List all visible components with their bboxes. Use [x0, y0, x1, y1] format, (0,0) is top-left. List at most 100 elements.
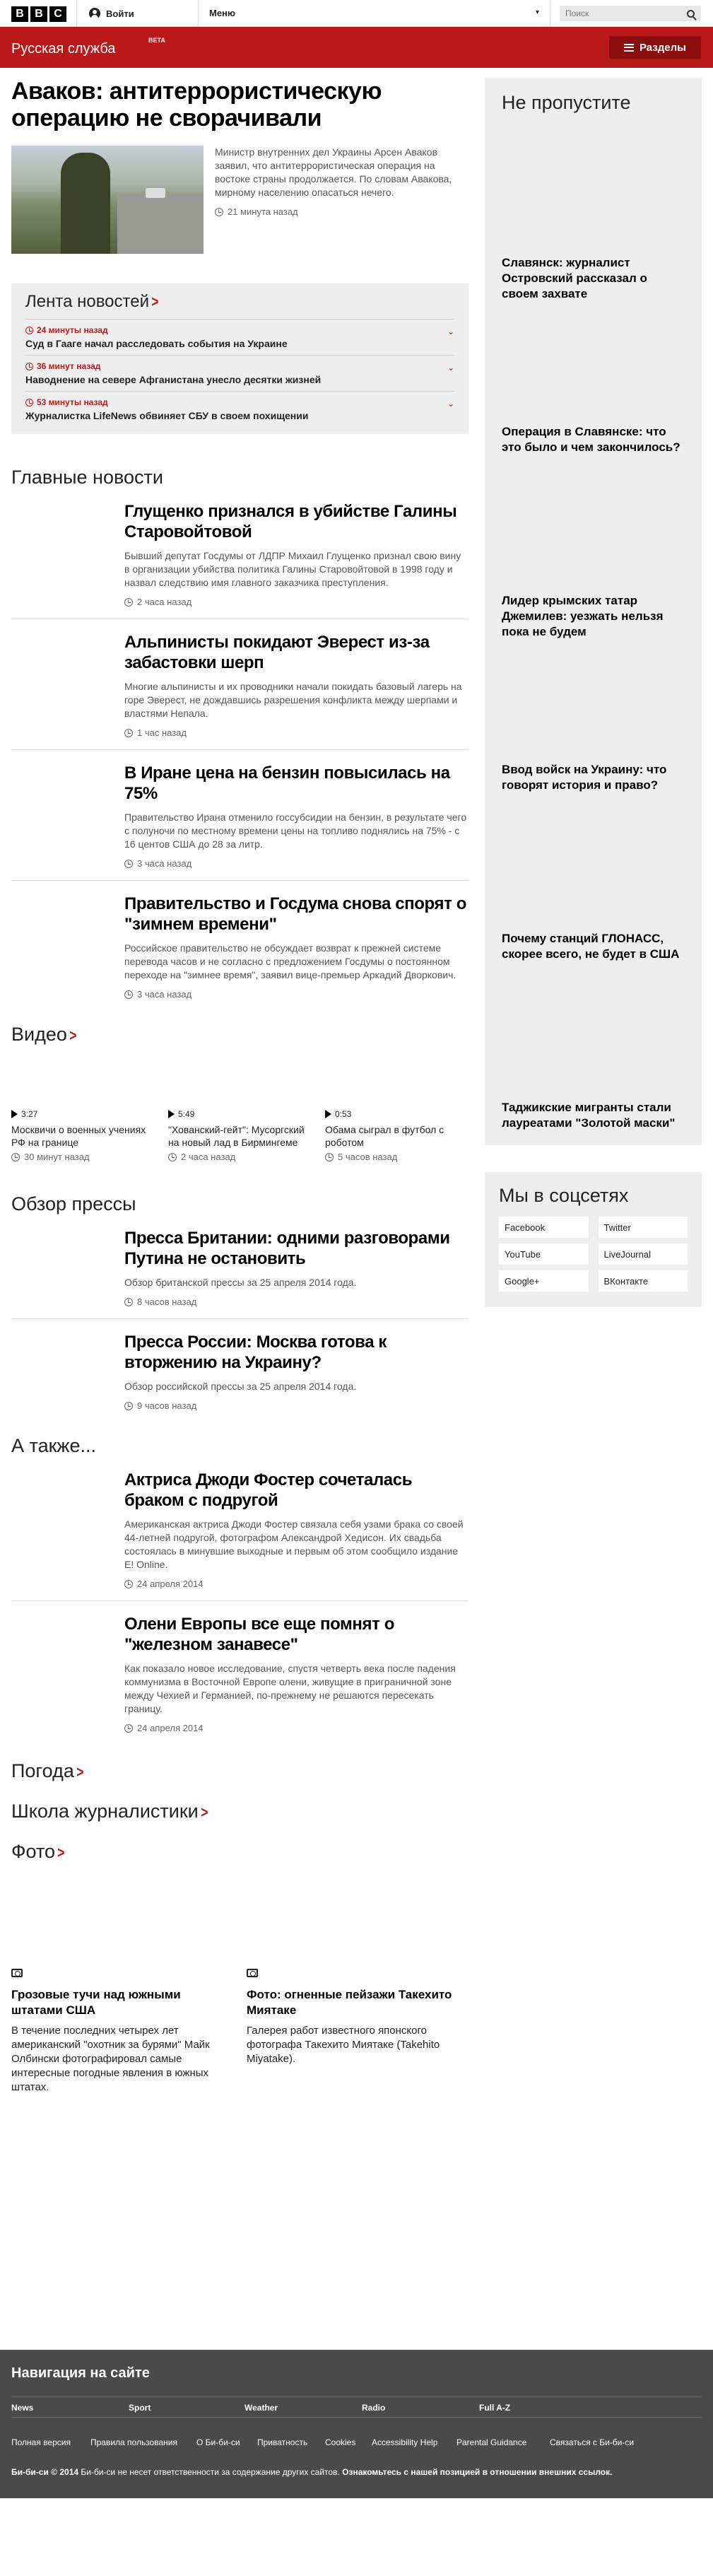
story-headline[interactable]: Альпинисты покидают Эверест из-за забаст…: [124, 632, 469, 673]
chevron-down-icon[interactable]: ⌄: [447, 399, 454, 409]
search-button[interactable]: [680, 6, 701, 21]
feed-time: 53 минуты назад: [25, 397, 454, 407]
lead-summary: Министр внутренних дел Украины Арсен Ава…: [215, 146, 452, 198]
photo-item[interactable]: Грозовые тучи над южными штатами США В т…: [11, 1969, 232, 2095]
logo-letter: C: [49, 6, 66, 22]
chevron-down-icon[interactable]: ▾: [536, 8, 539, 16]
footer-link[interactable]: Parental Guidance: [456, 2437, 526, 2447]
menu-button[interactable]: Меню: [209, 8, 235, 18]
video-item[interactable]: 0:53 Обама сыграл в футбол с роботом 5 ч…: [325, 1109, 466, 1162]
footer-link[interactable]: Приватность: [257, 2437, 307, 2447]
story-image-placeholder[interactable]: [11, 1614, 113, 1733]
sidebar-item[interactable]: Лидер крымских татар Джемилев: уезжать н…: [502, 593, 685, 762]
social-link-twitter[interactable]: Twitter: [598, 1217, 688, 1238]
footer-link[interactable]: Cookies: [325, 2437, 355, 2447]
divider: [198, 0, 199, 27]
signin-button[interactable]: Войти: [89, 8, 134, 19]
footer-nav-news[interactable]: News: [11, 2403, 33, 2413]
story-headline[interactable]: Глущенко признался в убийстве Галины Ста…: [124, 501, 469, 542]
photo-headline[interactable]: Грозовые тучи над южными штатами США: [11, 1987, 232, 2018]
story-image-placeholder[interactable]: [11, 894, 113, 1000]
feed-headline[interactable]: Суд в Гааге начал расследовать события н…: [25, 338, 454, 349]
social-link-livejournal[interactable]: LiveJournal: [598, 1243, 688, 1265]
sidebar-item[interactable]: Почему станций ГЛОНАСС, скорее всего, не…: [502, 931, 685, 1100]
story-image-placeholder[interactable]: [11, 632, 113, 738]
footer-nav-sport[interactable]: Sport: [129, 2403, 151, 2413]
school-title[interactable]: Школа журналистики >: [11, 1801, 469, 1822]
car-shape: [146, 188, 165, 198]
story-image-placeholder[interactable]: [11, 1228, 113, 1307]
timestamp: 2 часа назад: [168, 1152, 310, 1162]
lead-headline[interactable]: Аваков: антитеррористическую операцию не…: [11, 78, 469, 131]
weather-title[interactable]: Погода >: [11, 1760, 469, 1782]
feed-time: 36 минут назад: [25, 361, 454, 371]
footer-nav-weather[interactable]: Weather: [244, 2403, 278, 2413]
also-title: А также...: [11, 1435, 96, 1456]
camera-icon: [247, 1969, 258, 1977]
story-image-placeholder[interactable]: [11, 763, 113, 869]
feed-headline[interactable]: Наводнение на севере Афганистана унесло …: [25, 374, 454, 385]
story: Пресса Британии: одними разговорами Пути…: [11, 1228, 469, 1319]
clock-icon: [124, 990, 133, 999]
timestamp-text: 24 апреля 2014: [137, 1723, 204, 1733]
story-headline[interactable]: Актриса Джоди Фостер сочеталась браком с…: [124, 1470, 469, 1511]
story-image-placeholder[interactable]: [11, 1470, 113, 1589]
social-link-facebook[interactable]: Facebook: [499, 1217, 589, 1238]
sidebar-item[interactable]: Таджикские мигранты стали лауреатами "Зо…: [502, 1100, 685, 1131]
timestamp: 21 минута назад: [215, 206, 469, 217]
footer-nav-radio[interactable]: Radio: [362, 2403, 385, 2413]
footer-link[interactable]: Связаться с Би-би-си: [550, 2437, 634, 2447]
story-headline[interactable]: Пресса России: Москва готова к вторжению…: [124, 1332, 469, 1373]
footer-link[interactable]: Правила пользования: [90, 2437, 177, 2447]
bbc-logo[interactable]: B B C: [11, 6, 66, 22]
external-links-link[interactable]: Ознакомьтесь с нашей позицией в отношени…: [342, 2467, 612, 2477]
footer-link[interactable]: Accessibility Help: [372, 2437, 437, 2447]
story-image-placeholder[interactable]: [11, 501, 113, 607]
sidebar-item[interactable]: Операция в Славянске: что это было и чем…: [502, 424, 685, 593]
story-headline[interactable]: В Иране цена на бензин повысилась на 75%: [124, 763, 469, 804]
timestamp: 8 часов назад: [124, 1296, 469, 1307]
video-headline[interactable]: "Хованский-гейт": Мусоргский на новый ла…: [168, 1123, 310, 1149]
sidebar-item[interactable]: Славянск: журналист Островский рассказал…: [502, 255, 685, 424]
story-summary: Правительство Ирана отменило госсубсидии…: [124, 812, 467, 850]
feed-headline[interactable]: Журналистка LifeNews обвиняет СБУ в свое…: [25, 410, 454, 421]
story: Олени Европы все еще помнят о "железном …: [11, 1614, 469, 1745]
lead-image[interactable]: [11, 146, 204, 254]
footer-link[interactable]: О Би-би-си: [196, 2437, 240, 2447]
sections-button[interactable]: Разделы: [609, 36, 701, 59]
social-link-vkontakte[interactable]: ВКонтакте: [598, 1270, 688, 1292]
photo-item[interactable]: Фото: огненные пейзажи Такехито Миятаке …: [247, 1969, 468, 2095]
chevron-down-icon[interactable]: ⌄: [447, 363, 454, 373]
video-headline[interactable]: Москвичи о военных учениях РФ на границе: [11, 1123, 153, 1149]
timestamp-text: 24 апреля 2014: [137, 1579, 204, 1589]
sidebar-item[interactable]: Ввод войск на Украину: что говорят истор…: [502, 762, 685, 931]
timestamp-text: 1 час назад: [137, 727, 187, 738]
feed-item[interactable]: 24 минуты назад Суд в Гааге начал рассле…: [25, 319, 454, 355]
video-headline[interactable]: Обама сыграл в футбол с роботом: [325, 1123, 466, 1149]
video-item[interactable]: 3:27 Москвичи о военных учениях РФ на гр…: [11, 1109, 153, 1162]
timestamp: 3 часа назад: [124, 858, 469, 869]
social-link-youtube[interactable]: YouTube: [499, 1243, 589, 1265]
story-image-placeholder[interactable]: [11, 1332, 113, 1411]
story-headline[interactable]: Олени Европы все еще помнят о "железном …: [124, 1614, 469, 1655]
photo-title[interactable]: Фото >: [11, 1841, 469, 1863]
photo-headline[interactable]: Фото: огненные пейзажи Такехито Миятаке: [247, 1987, 468, 2018]
news-feed-title[interactable]: Лента новостей >: [25, 292, 454, 312]
video-item[interactable]: 5:49 "Хованский-гейт": Мусоргский на нов…: [168, 1109, 310, 1162]
chevron-down-icon[interactable]: ⌄: [447, 327, 454, 336]
site-footer: Навигация на сайте News Sport Weather Ra…: [0, 2350, 713, 2498]
story-headline[interactable]: Пресса Британии: одними разговорами Пути…: [124, 1228, 469, 1269]
feed-item[interactable]: 53 минуты назад Журналистка LifeNews обв…: [25, 391, 454, 427]
feed-item[interactable]: 36 минут назад Наводнение на севере Афга…: [25, 355, 454, 391]
social-link-googleplus[interactable]: Google+: [499, 1270, 589, 1292]
story-summary: Обзор британской прессы за 25 апреля 201…: [124, 1277, 357, 1288]
story-headline[interactable]: Правительство и Госдума снова спорят о "…: [124, 894, 469, 935]
video-title-text: Видео: [11, 1024, 67, 1045]
footer-link[interactable]: Полная версия: [11, 2437, 71, 2447]
clock-icon: [25, 398, 33, 406]
search-input[interactable]: [560, 6, 680, 21]
footer-nav-az[interactable]: Full A-Z: [479, 2403, 510, 2413]
video-title[interactable]: Видео >: [11, 1024, 469, 1046]
chevron-right-icon: >: [151, 293, 159, 310]
service-name[interactable]: Русская служба: [11, 41, 115, 57]
